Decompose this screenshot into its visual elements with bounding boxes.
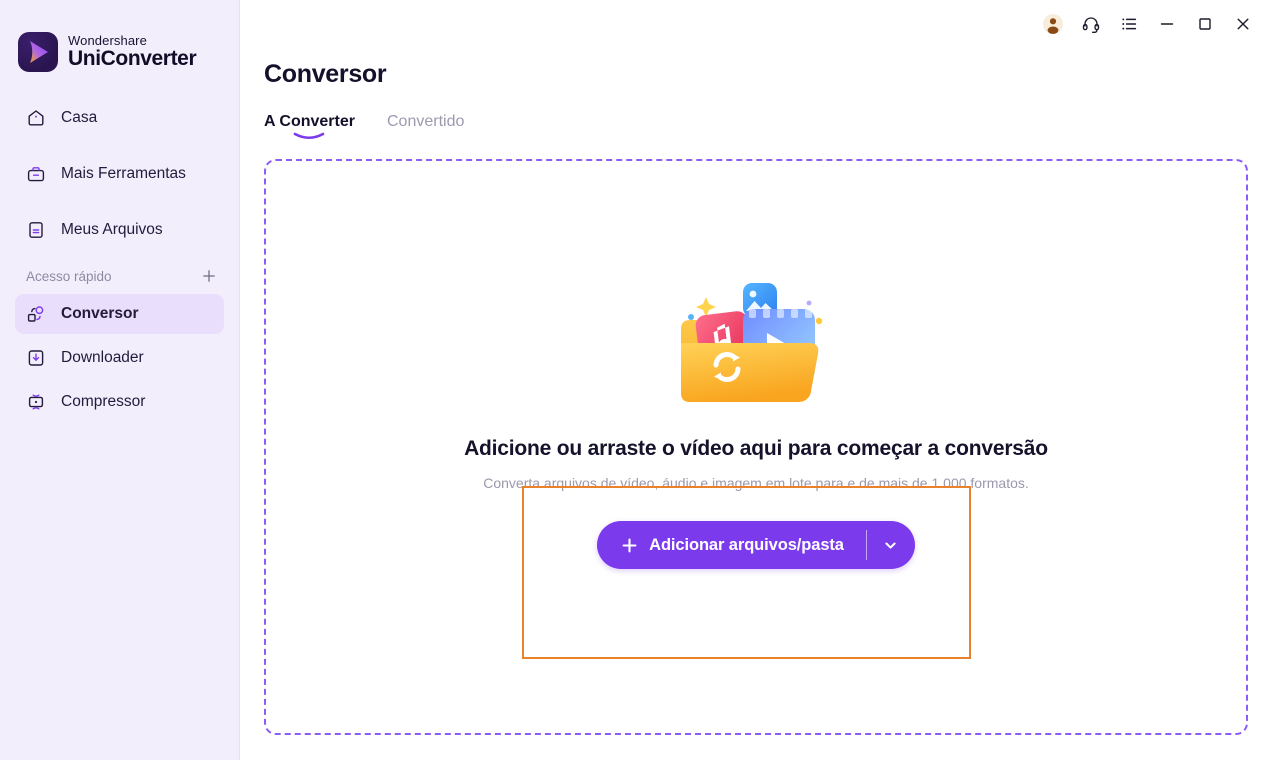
add-quick-access-button[interactable] xyxy=(199,266,219,286)
sidebar-item-label: Casa xyxy=(61,109,98,126)
main-content: Conversor A Converter Convertido Adicion… xyxy=(240,0,1270,760)
sidebar-item-label: Mais Ferramentas xyxy=(61,165,186,182)
dropzone-title: Adicione ou arraste o vídeo aqui para co… xyxy=(464,437,1048,460)
avatar-icon xyxy=(1042,13,1064,35)
minimize-icon xyxy=(1157,14,1177,34)
close-icon xyxy=(1233,14,1253,34)
sidebar-item-conversor[interactable]: Conversor xyxy=(15,294,224,334)
tab-label: Convertido xyxy=(386,113,465,130)
add-files-button-group: Adicionar arquivos/pasta xyxy=(597,521,915,569)
sidebar-item-label: Conversor xyxy=(61,305,139,322)
add-files-button-label: Adicionar arquivos/pasta xyxy=(649,535,844,554)
quick-access-header: Acesso rápido xyxy=(26,264,219,288)
tab-bar: A Converter Convertido xyxy=(264,113,464,141)
minimize-button[interactable] xyxy=(1150,8,1184,40)
play-logo-icon xyxy=(18,32,58,72)
chevron-down-icon xyxy=(882,537,899,554)
tab-convertido[interactable]: Convertido xyxy=(387,113,464,141)
converter-icon xyxy=(25,303,47,325)
close-button[interactable] xyxy=(1226,8,1260,40)
sidebar-item-label: Compressor xyxy=(61,393,146,410)
brand: Wondershare UniConverter xyxy=(0,0,239,78)
toolbox-icon xyxy=(25,163,47,185)
sidebar: Wondershare UniConverter Casa Mais Ferra… xyxy=(0,0,240,760)
download-icon xyxy=(25,347,47,369)
quick-access-label: Acesso rápido xyxy=(26,268,112,284)
add-files-dropdown-button[interactable] xyxy=(867,521,915,569)
file-dropzone[interactable]: Adicione ou arraste o vídeo aqui para co… xyxy=(264,159,1248,735)
menu-button[interactable] xyxy=(1112,8,1146,40)
sidebar-item-label: Meus Arquivos xyxy=(61,221,163,238)
sidebar-item-meus-arquivos[interactable]: Meus Arquivos xyxy=(15,210,224,250)
sidebar-item-mais-ferramentas[interactable]: Mais Ferramentas xyxy=(15,154,224,194)
home-icon xyxy=(25,107,47,129)
sidebar-nav: Casa Mais Ferramentas Meus Arquivos Aces… xyxy=(0,98,239,422)
dropzone-content: Adicione ou arraste o vídeo aqui para co… xyxy=(266,269,1246,569)
brand-line2: UniConverter xyxy=(68,47,197,71)
account-button[interactable] xyxy=(1036,8,1070,40)
list-menu-icon xyxy=(1119,14,1139,34)
tab-label: A Converter xyxy=(264,113,355,130)
titlebar xyxy=(1036,0,1270,48)
sidebar-item-compressor[interactable]: Compressor xyxy=(15,382,224,422)
headset-icon xyxy=(1081,14,1101,34)
dropzone-subtitle: Converta arquivos de vídeo, áudio e imag… xyxy=(483,475,1029,491)
app-window: Wondershare UniConverter Casa Mais Ferra… xyxy=(0,0,1270,760)
tab-active-indicator xyxy=(292,131,326,141)
plus-icon xyxy=(621,537,638,554)
add-files-button[interactable]: Adicionar arquivos/pasta xyxy=(597,521,866,569)
support-button[interactable] xyxy=(1074,8,1108,40)
maximize-icon xyxy=(1195,14,1215,34)
page-title: Conversor xyxy=(264,60,387,88)
sidebar-item-label: Downloader xyxy=(61,349,144,366)
sidebar-item-downloader[interactable]: Downloader xyxy=(15,338,224,378)
maximize-button[interactable] xyxy=(1188,8,1222,40)
brand-text: Wondershare UniConverter xyxy=(68,33,197,71)
sidebar-item-casa[interactable]: Casa xyxy=(15,98,224,138)
files-icon xyxy=(25,219,47,241)
tab-a-converter[interactable]: A Converter xyxy=(264,113,355,141)
brand-line1: Wondershare xyxy=(68,33,147,49)
folder-media-convert-illustration xyxy=(661,269,851,419)
compress-icon xyxy=(25,391,47,413)
